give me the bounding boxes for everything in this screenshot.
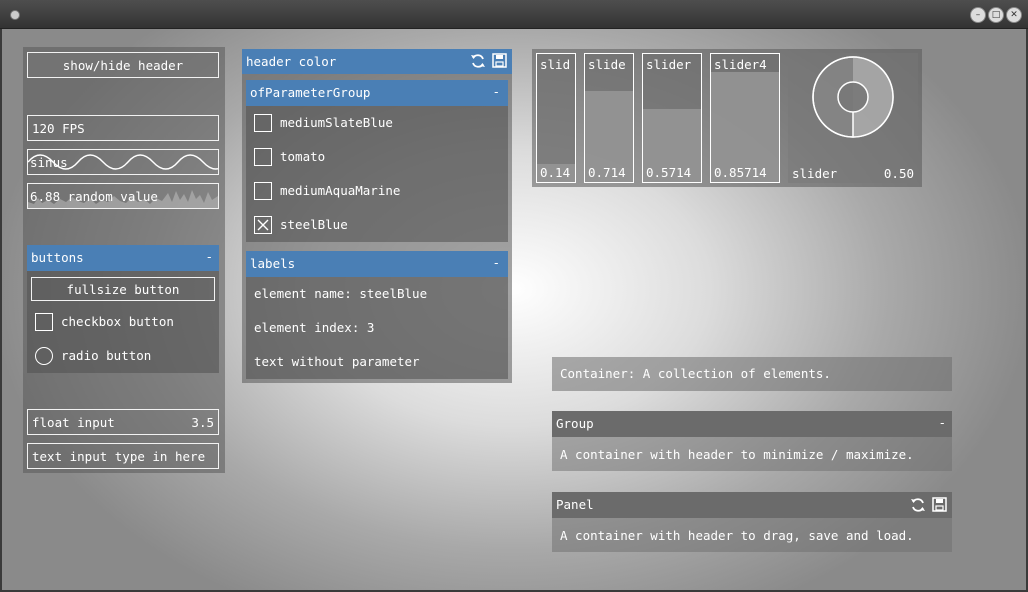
vertical-slider-4[interactable]: slider4 0.85714 xyxy=(710,53,780,183)
float-input-label: float input xyxy=(32,415,115,430)
param-group-header[interactable]: ofParameterGroup - xyxy=(246,80,508,106)
toggle-mediumaquamarine[interactable] xyxy=(254,182,272,200)
param-group-title: ofParameterGroup xyxy=(250,85,371,100)
panel-text: A container with header to drag, save an… xyxy=(560,528,914,543)
close-icon[interactable]: ✕ xyxy=(1006,7,1022,23)
vertical-slider-3[interactable]: slider 0.5714 xyxy=(642,53,702,183)
sinus-label: sinus xyxy=(30,155,68,170)
group-title: Group xyxy=(556,416,594,431)
fps-label: 120 FPS xyxy=(32,121,85,136)
container-text: Container: A collection of elements. xyxy=(560,366,831,381)
group-collapse-button[interactable]: - xyxy=(938,415,946,430)
fullsize-button-label: fullsize button xyxy=(66,282,180,297)
header-color-panel: header color ofParameterGroup - mediumSl… xyxy=(242,49,512,383)
toggle-mediumaquamarine-label: mediumAquaMarine xyxy=(280,183,401,198)
toggle-steelblue[interactable] xyxy=(254,216,272,234)
buttons-group-title: buttons xyxy=(31,250,84,265)
labels-group-title: labels xyxy=(250,256,296,271)
rotary-slider-label: slider xyxy=(792,166,838,181)
group-header[interactable]: Group - xyxy=(552,411,952,437)
param-group-body: mediumSlateBlue tomato mediumAquaMarine … xyxy=(246,106,508,242)
checkbox-button-box[interactable] xyxy=(35,313,53,331)
save-icon[interactable] xyxy=(492,53,507,68)
slider-3-value: 0.5714 xyxy=(646,165,692,180)
labels-group-body: element name: steelBlue element index: 3… xyxy=(246,277,508,379)
slider-3-label: slider xyxy=(646,57,692,72)
vertical-slider-2[interactable]: slide 0.714 xyxy=(584,53,634,183)
app-menu-icon[interactable] xyxy=(10,10,20,20)
float-input-field[interactable]: float input 3.5 xyxy=(27,409,219,435)
toggle-mediumslateblue[interactable] xyxy=(254,114,272,132)
random-value-plot: 6.88 random value xyxy=(27,183,219,209)
panel-element: Panel A container with header to drag, s… xyxy=(552,492,952,552)
panel-reload-icon[interactable] xyxy=(910,497,926,513)
rotary-knob xyxy=(812,56,894,138)
panel-title: Panel xyxy=(556,497,594,512)
group-element: Group - A container with header to minim… xyxy=(552,411,952,471)
slider-1-label: slid xyxy=(540,57,571,72)
radio-button-circle[interactable] xyxy=(35,347,53,365)
slider-1-value: 0.14 xyxy=(540,165,571,180)
labels-group-collapse-button[interactable]: - xyxy=(492,255,500,270)
header-color-title: header color xyxy=(246,54,337,69)
element-index-label: element index: 3 xyxy=(254,320,375,335)
group-text: A container with header to minimize / ma… xyxy=(560,447,914,462)
rotary-slider[interactable]: slider 0.50 xyxy=(788,53,918,183)
slider-2-label: slide xyxy=(588,57,626,72)
param-group-collapse-button[interactable]: - xyxy=(492,84,500,99)
sliders-panel: slid 0.14 slide 0.714 slider 0.5714 slid… xyxy=(532,49,922,187)
fullsize-button[interactable]: fullsize button xyxy=(31,277,215,301)
vertical-slider-1[interactable]: slid 0.14 xyxy=(536,53,576,183)
window-titlebar[interactable]: – □ ✕ xyxy=(0,0,1028,29)
show-hide-header-button[interactable]: show/hide header xyxy=(27,52,219,78)
text-without-parameter-label: text without parameter xyxy=(254,354,420,369)
app-canvas: show/hide header 120 FPS sinus 6.88 rand… xyxy=(2,29,1026,590)
slider-4-value: 0.85714 xyxy=(714,165,767,180)
checkmark-x-icon xyxy=(257,219,269,231)
sinus-plot: sinus xyxy=(27,149,219,175)
radio-button-label: radio button xyxy=(61,348,152,363)
container-element: Container: A collection of elements. xyxy=(552,357,952,391)
slider-4-label: slider4 xyxy=(714,57,767,72)
panel-header[interactable]: Panel xyxy=(552,492,952,518)
buttons-group-header[interactable]: buttons - xyxy=(27,245,219,271)
random-value-label: 6.88 random value xyxy=(30,189,158,204)
rotary-slider-value: 0.50 xyxy=(883,166,914,181)
header-color-panel-header[interactable]: header color xyxy=(242,49,512,74)
toggle-mediumslateblue-label: mediumSlateBlue xyxy=(280,115,393,130)
fps-display: 120 FPS xyxy=(27,115,219,141)
reload-icon[interactable] xyxy=(470,53,486,69)
slider-2-value: 0.714 xyxy=(588,165,626,180)
buttons-group-collapse-button[interactable]: - xyxy=(205,249,213,264)
text-input-value: text input type in here xyxy=(32,449,206,464)
maximize-icon[interactable]: □ xyxy=(988,7,1004,23)
left-panel: show/hide header 120 FPS sinus 6.88 rand… xyxy=(23,47,225,473)
toggle-tomato[interactable] xyxy=(254,148,272,166)
text-input-field[interactable]: text input type in here xyxy=(27,443,219,469)
minimize-icon[interactable]: – xyxy=(970,7,986,23)
show-hide-header-label: show/hide header xyxy=(62,58,184,73)
panel-save-icon[interactable] xyxy=(932,497,947,512)
float-input-value: 3.5 xyxy=(191,415,214,430)
buttons-group-body: fullsize button checkbox button radio bu… xyxy=(27,271,219,373)
labels-group-header[interactable]: labels - xyxy=(246,251,508,277)
element-name-label: element name: steelBlue xyxy=(254,286,428,301)
toggle-tomato-label: tomato xyxy=(280,149,326,164)
toggle-steelblue-label: steelBlue xyxy=(280,217,348,232)
checkbox-button-label: checkbox button xyxy=(61,314,174,329)
